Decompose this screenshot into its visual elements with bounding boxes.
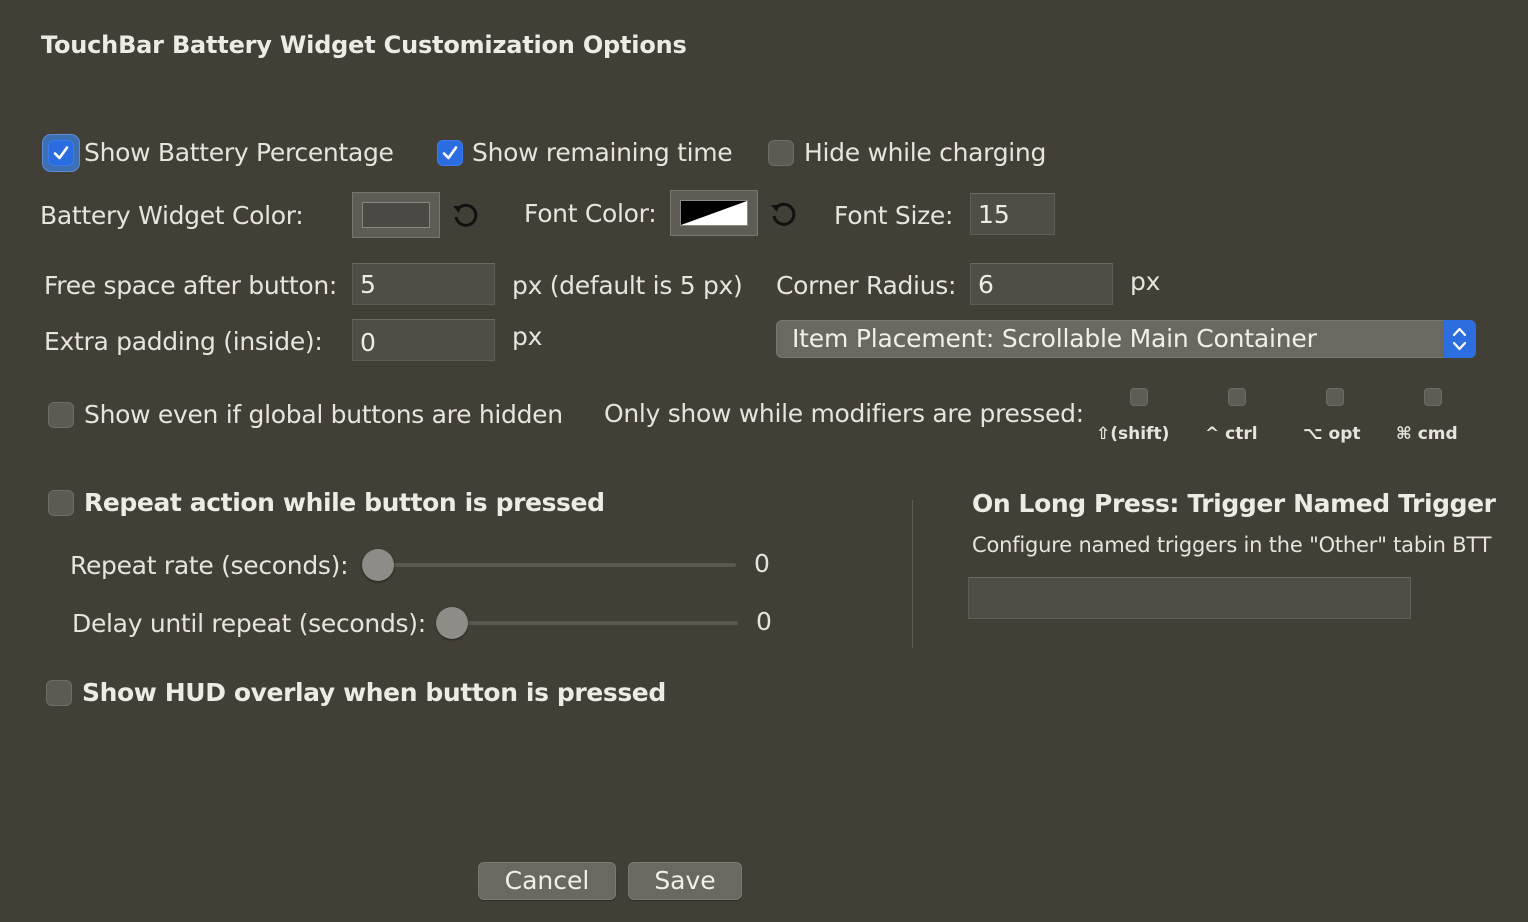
free-space-suffix: px (default is 5 px) (512, 271, 743, 300)
named-trigger-input[interactable] (968, 577, 1411, 619)
font-color-swatch (680, 200, 748, 226)
reset-font-color-icon[interactable] (768, 199, 798, 229)
repeat-action-label[interactable]: Repeat action while button is pressed (84, 488, 605, 517)
show-remaining-checkbox[interactable] (437, 140, 463, 166)
long-press-title: On Long Press: Trigger Named Trigger (972, 489, 1496, 518)
repeat-rate-track[interactable] (368, 563, 736, 567)
battery-color-label: Battery Widget Color: (40, 201, 304, 230)
font-color-label: Font Color: (524, 199, 657, 228)
save-button[interactable]: Save (628, 862, 742, 900)
opt-modifier-label: ⌥ opt (1303, 424, 1361, 444)
show-global-hidden-label[interactable]: Show even if global buttons are hidden (84, 400, 563, 429)
delay-label: Delay until repeat (seconds): (72, 609, 426, 638)
hide-charging-label[interactable]: Hide while charging (804, 138, 1046, 167)
repeat-action-checkbox[interactable] (48, 490, 74, 516)
extra-padding-input[interactable]: 0 (352, 319, 495, 361)
ctrl-modifier-label: ^ ctrl (1205, 424, 1258, 444)
long-press-hint: Configure named triggers in the "Other" … (972, 533, 1492, 557)
reset-battery-color-icon[interactable] (450, 200, 480, 230)
delay-track[interactable] (442, 621, 738, 625)
cancel-button[interactable]: Cancel (478, 862, 616, 900)
repeat-rate-slider-knob[interactable] (362, 549, 394, 581)
show-percentage-label[interactable]: Show Battery Percentage (84, 138, 394, 167)
corner-radius-input[interactable]: 6 (970, 263, 1113, 305)
show-hud-label[interactable]: Show HUD overlay when button is pressed (82, 678, 666, 707)
extra-padding-label: Extra padding (inside): (44, 327, 323, 356)
delay-slider-knob[interactable] (436, 607, 468, 639)
repeat-rate-value: 0 (754, 549, 770, 578)
item-placement-popup[interactable]: Item Placement: Scrollable Main Containe… (776, 320, 1476, 358)
opt-modifier-checkbox[interactable] (1326, 388, 1344, 406)
cmd-modifier-label: ⌘ cmd (1396, 424, 1458, 444)
battery-color-swatch (362, 202, 430, 228)
checkmark-icon (442, 146, 458, 160)
show-hud-checkbox[interactable] (46, 680, 72, 706)
font-size-input[interactable]: 15 (970, 193, 1055, 235)
cmd-modifier-checkbox[interactable] (1424, 388, 1442, 406)
font-size-label: Font Size: (834, 201, 954, 230)
corner-radius-suffix: px (1130, 267, 1161, 296)
vertical-divider (912, 500, 913, 648)
ctrl-modifier-checkbox[interactable] (1228, 388, 1246, 406)
popup-arrows-icon (1443, 320, 1476, 358)
dialog-title: TouchBar Battery Widget Customization Op… (41, 31, 687, 59)
show-global-hidden-checkbox[interactable] (48, 402, 74, 428)
hide-charging-checkbox[interactable] (768, 140, 794, 166)
corner-radius-label: Corner Radius: (776, 271, 957, 300)
item-placement-value: Item Placement: Scrollable Main Containe… (792, 324, 1317, 353)
free-space-label: Free space after button: (44, 271, 338, 300)
checkmark-icon (53, 146, 69, 160)
shift-modifier-label: ⇧(shift) (1096, 424, 1170, 444)
extra-padding-suffix: px (512, 322, 543, 351)
shift-modifier-checkbox[interactable] (1130, 388, 1148, 406)
show-remaining-label[interactable]: Show remaining time (472, 138, 733, 167)
show-percentage-checkbox[interactable] (48, 140, 74, 166)
repeat-rate-label: Repeat rate (seconds): (70, 551, 349, 580)
free-space-input[interactable]: 5 (352, 263, 495, 305)
battery-color-well[interactable] (352, 192, 440, 238)
modifiers-label: Only show while modifiers are pressed: (604, 399, 1084, 428)
delay-value: 0 (756, 607, 772, 636)
font-color-well[interactable] (670, 190, 758, 236)
